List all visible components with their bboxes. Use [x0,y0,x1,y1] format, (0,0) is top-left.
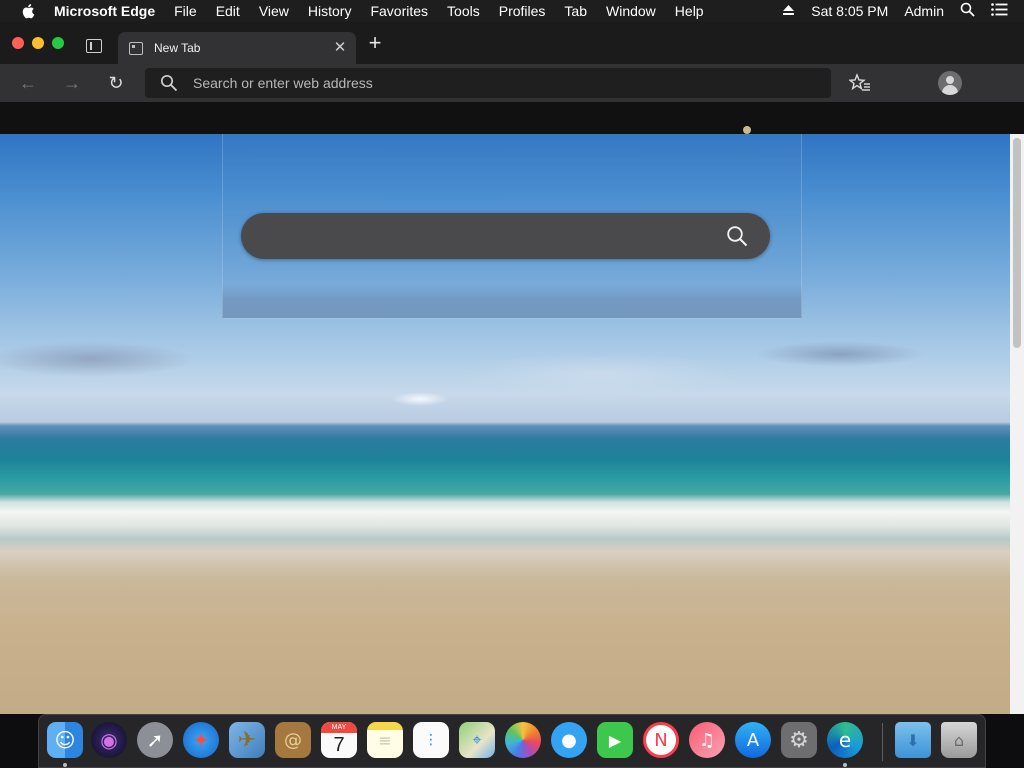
menu-user[interactable]: Admin [904,3,944,19]
contacts-icon[interactable]: @ [275,722,311,758]
favorites-icon[interactable] [848,73,871,93]
notes-icon[interactable]: ≡ [367,722,403,758]
menu-history[interactable]: History [308,3,352,19]
zoom-window-button[interactable] [52,37,64,49]
menu-tab[interactable]: Tab [564,3,587,19]
maps-icon[interactable]: ⌖ [459,722,495,758]
spotlight-icon[interactable] [960,2,975,20]
launchpad-icon[interactable]: ➚ [137,722,173,758]
menu-clock[interactable]: Sat 8:05 PM [811,3,888,19]
close-window-button[interactable] [12,37,24,49]
new-tab-favicon-icon [129,41,143,55]
address-bar[interactable] [145,68,831,98]
menu-bar: Microsoft Edge File Edit View History Fa… [0,0,1024,22]
tab-title: New Tab [154,41,201,55]
music-icon[interactable]: ♫ [689,722,725,758]
calendar-icon[interactable]: MAY 7 [321,722,357,758]
menu-help[interactable]: Help [675,3,704,19]
mail-icon[interactable]: ✈ [229,722,265,758]
tab-actions-icon[interactable] [86,39,102,53]
downloads-folder-icon[interactable]: ⬇ [895,722,931,758]
system-preferences-icon[interactable]: ⚙ [781,722,817,758]
notification-dot [743,126,751,134]
safari-icon[interactable]: ✦ [183,722,219,758]
menu-window[interactable]: Window [606,3,656,19]
search-panel [222,134,802,319]
minimize-window-button[interactable] [32,37,44,49]
forward-button[interactable]: → [61,72,83,94]
menu-edit[interactable]: Edit [216,3,240,19]
photos-icon[interactable] [505,722,541,758]
tab-new-tab[interactable]: New Tab ✕ [118,32,356,64]
finder-running-dot [63,763,67,767]
new-tab-button[interactable]: + [365,32,385,54]
messages-icon[interactable]: ● [551,722,587,758]
facetime-icon[interactable]: ▶ [597,722,633,758]
finder-icon[interactable]: ☺ [47,722,83,758]
notification-center-icon[interactable] [991,3,1008,19]
apple-icon[interactable] [20,3,36,19]
siri-icon[interactable]: ◉ [91,722,127,758]
trash-icon[interactable]: ⌂ [941,722,977,758]
new-tab-page [0,134,1010,714]
menu-favorites[interactable]: Favorites [370,3,428,19]
eject-icon[interactable] [782,3,795,19]
back-button[interactable]: ← [17,72,39,94]
profile-avatar[interactable] [938,71,962,95]
dock: ☺ ◉ ➚ ✦ ✈ @ MAY 7 ≡ ⋮ ⌖ ● ▶ N ♫ A ⚙ e ⬇ … [38,714,986,768]
microsoft-edge-icon[interactable]: e [827,722,863,758]
menu-file[interactable]: File [174,3,197,19]
reload-button[interactable]: ↻ [105,72,127,94]
page-scrollbar-thumb[interactable] [1013,138,1021,348]
menu-view[interactable]: View [259,3,289,19]
favorites-strip [0,102,1024,134]
browser-toolbar: ← → ↻ [0,64,1024,102]
tab-strip: New Tab ✕ + [0,22,1024,64]
menu-profiles[interactable]: Profiles [499,3,546,19]
page-search-icon[interactable] [726,225,748,247]
page-search-box[interactable] [241,213,770,259]
reminders-icon[interactable]: ⋮ [413,722,449,758]
address-input[interactable] [193,75,793,91]
dock-divider [882,723,883,761]
calendar-day: 7 [333,734,345,756]
search-icon [160,74,178,92]
news-icon[interactable]: N [643,722,679,758]
menu-extras: Sat 8:05 PM Admin [782,0,1024,22]
calendar-month: MAY [321,722,357,733]
menu-app-name[interactable]: Microsoft Edge [54,3,155,19]
edge-running-dot [843,763,847,767]
menu-tools[interactable]: Tools [447,3,480,19]
app-store-icon[interactable]: A [735,722,771,758]
tab-close-icon[interactable]: ✕ [332,40,348,56]
